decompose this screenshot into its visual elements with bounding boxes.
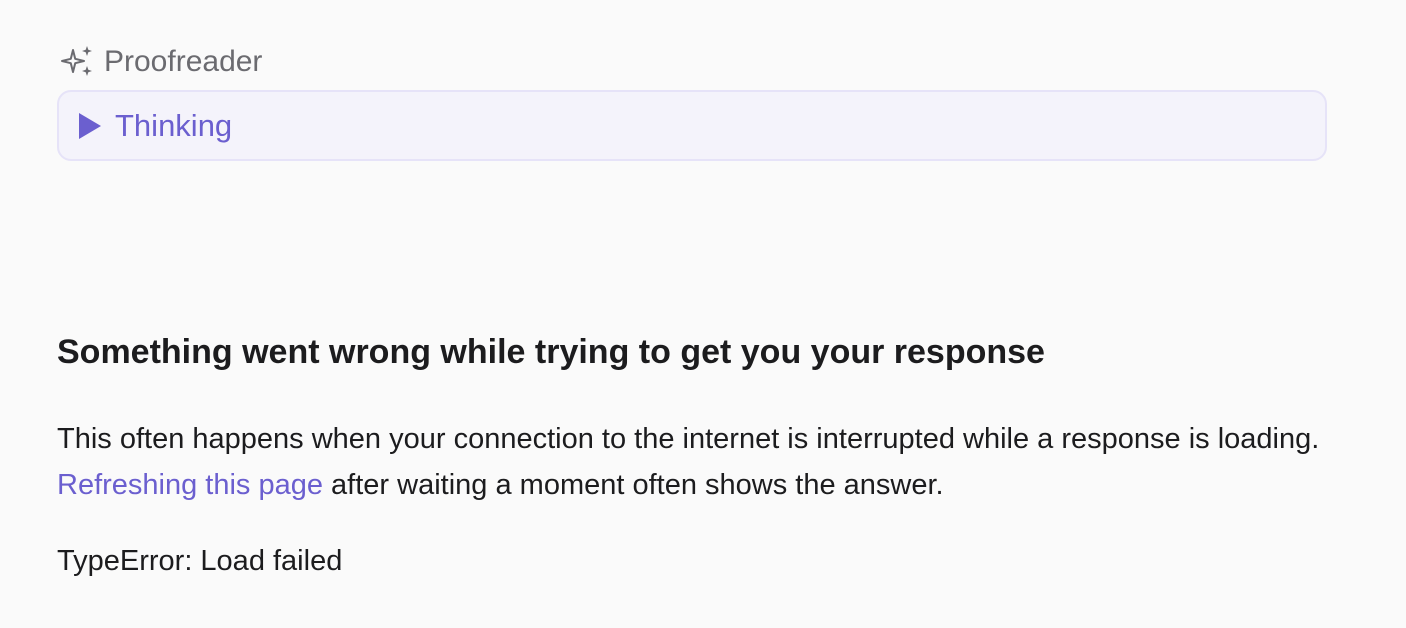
thinking-toggle[interactable]: Thinking [57,90,1327,161]
error-message: This often happens when your connection … [57,416,1357,508]
agent-name: Proofreader [104,45,263,78]
error-message-text-end: after waiting a moment often shows the a… [323,469,944,501]
error-message-text: This often happens when your connection … [57,423,1320,455]
error-detail: TypeError: Load failed [57,545,343,577]
refresh-page-link[interactable]: Refreshing this page [57,469,323,501]
agent-header: Proofreader [60,44,262,80]
thinking-label: Thinking [115,107,233,143]
error-title: Something went wrong while trying to get… [57,333,1045,371]
sparkles-icon [60,44,96,80]
response-panel: Proofreader Thinking Something went wron… [0,0,1406,628]
play-triangle-icon [77,112,103,140]
